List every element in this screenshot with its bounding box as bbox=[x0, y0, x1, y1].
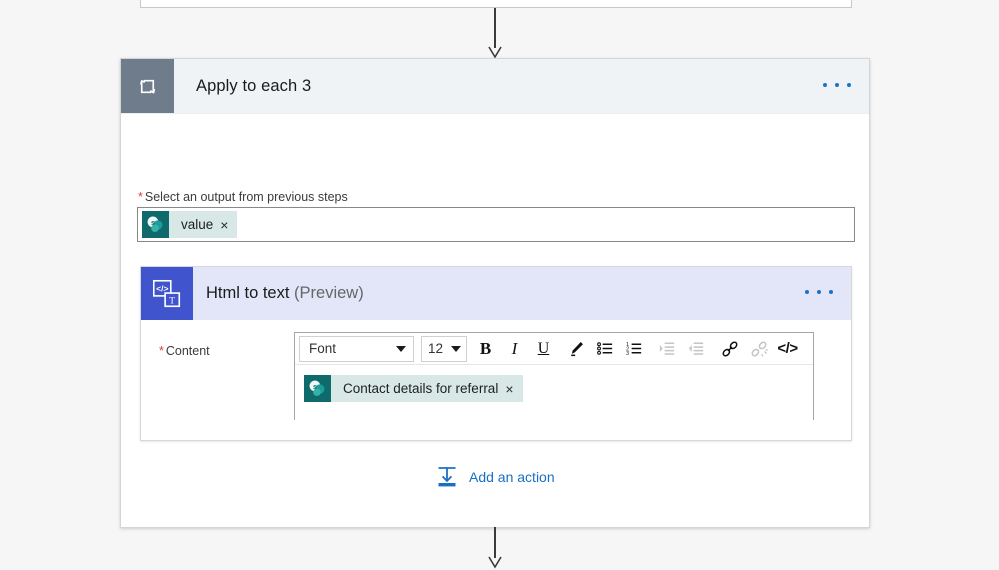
required-asterisk: * bbox=[138, 190, 143, 204]
html-to-text-preview-tag: (Preview) bbox=[294, 284, 364, 302]
content-rich-text-editor[interactable]: Font 12 B I U 1 2 3 </> s Contact detail… bbox=[294, 332, 814, 420]
required-asterisk: * bbox=[159, 344, 164, 358]
font-size-value: 12 bbox=[428, 341, 444, 356]
unlink-icon[interactable] bbox=[744, 335, 773, 363]
apply-to-each-header[interactable]: Apply to each 3 bbox=[121, 59, 869, 114]
token-contact-details[interactable]: s Contact details for referral × bbox=[304, 375, 523, 402]
italic-button[interactable]: I bbox=[500, 335, 529, 363]
apply-to-each-menu-button[interactable] bbox=[823, 83, 851, 87]
token-value-label: value bbox=[181, 217, 214, 232]
highlighter-icon[interactable] bbox=[562, 335, 591, 363]
select-output-label-text: Select an output from previous steps bbox=[144, 190, 348, 204]
chevron-down-icon bbox=[396, 345, 406, 352]
token-contact-details-remove-icon[interactable]: × bbox=[505, 382, 522, 396]
add-an-action-button[interactable]: Add an action bbox=[434, 464, 555, 490]
loop-icon bbox=[121, 59, 174, 113]
bulleted-list-icon[interactable] bbox=[591, 335, 620, 363]
bold-button[interactable]: B bbox=[471, 335, 500, 363]
html-to-text-icon: </> T bbox=[141, 267, 193, 320]
underline-button[interactable]: U bbox=[529, 335, 558, 363]
font-size-select[interactable]: 12 bbox=[421, 335, 467, 362]
previous-action-card-partial[interactable] bbox=[140, 0, 852, 8]
html-to-text-title-text: Html to text bbox=[206, 284, 290, 302]
svg-text:</>: </> bbox=[156, 283, 168, 293]
decrease-indent-icon[interactable] bbox=[682, 335, 711, 363]
numbered-list-icon[interactable]: 1 2 3 bbox=[620, 335, 649, 363]
token-value-remove-icon[interactable]: × bbox=[220, 218, 237, 232]
html-to-text-body: * Content Font 12 B I U 1 2 3 </> s Cont… bbox=[141, 320, 851, 440]
token-value[interactable]: s value × bbox=[142, 211, 238, 238]
increase-indent-icon[interactable] bbox=[653, 335, 682, 363]
html-to-text-header[interactable]: </> T Html to text (Preview) bbox=[141, 267, 851, 320]
svg-text:s: s bbox=[151, 220, 155, 227]
html-to-text-title: Html to text (Preview) bbox=[206, 284, 364, 303]
token-contact-details-label: Contact details for referral bbox=[343, 381, 499, 396]
apply-to-each-body: * Select an output from previous steps s … bbox=[121, 114, 869, 529]
html-to-text-card[interactable]: </> T Html to text (Preview) * Content F… bbox=[140, 266, 852, 441]
apply-to-each-card[interactable]: Apply to each 3 * Select an output from p… bbox=[120, 58, 870, 528]
add-an-action-label: Add an action bbox=[469, 469, 555, 485]
link-icon[interactable] bbox=[715, 335, 744, 363]
svg-text:3: 3 bbox=[626, 351, 629, 357]
code-view-icon[interactable]: </> bbox=[773, 335, 802, 363]
content-label: * Content bbox=[159, 344, 210, 358]
flow-designer-canvas: Apply to each 3 * Select an output from p… bbox=[0, 0, 999, 569]
sharepoint-icon: s bbox=[304, 375, 331, 402]
select-output-label: * Select an output from previous steps bbox=[138, 190, 348, 204]
svg-text:s: s bbox=[313, 384, 317, 391]
content-editor-area[interactable]: s Contact details for referral × bbox=[295, 365, 813, 420]
svg-text:T: T bbox=[169, 296, 175, 306]
html-to-text-menu-button[interactable] bbox=[805, 290, 833, 294]
content-label-text: Content bbox=[165, 344, 210, 358]
add-an-action-icon bbox=[434, 464, 460, 490]
editor-toolbar: Font 12 B I U 1 2 3 </> bbox=[295, 333, 813, 365]
sharepoint-icon: s bbox=[142, 211, 169, 238]
select-output-input[interactable]: s value × bbox=[137, 207, 855, 242]
font-family-select[interactable]: Font bbox=[299, 335, 414, 362]
font-family-value: Font bbox=[309, 341, 337, 356]
chevron-down-icon bbox=[451, 345, 461, 352]
apply-to-each-title: Apply to each 3 bbox=[196, 76, 312, 95]
